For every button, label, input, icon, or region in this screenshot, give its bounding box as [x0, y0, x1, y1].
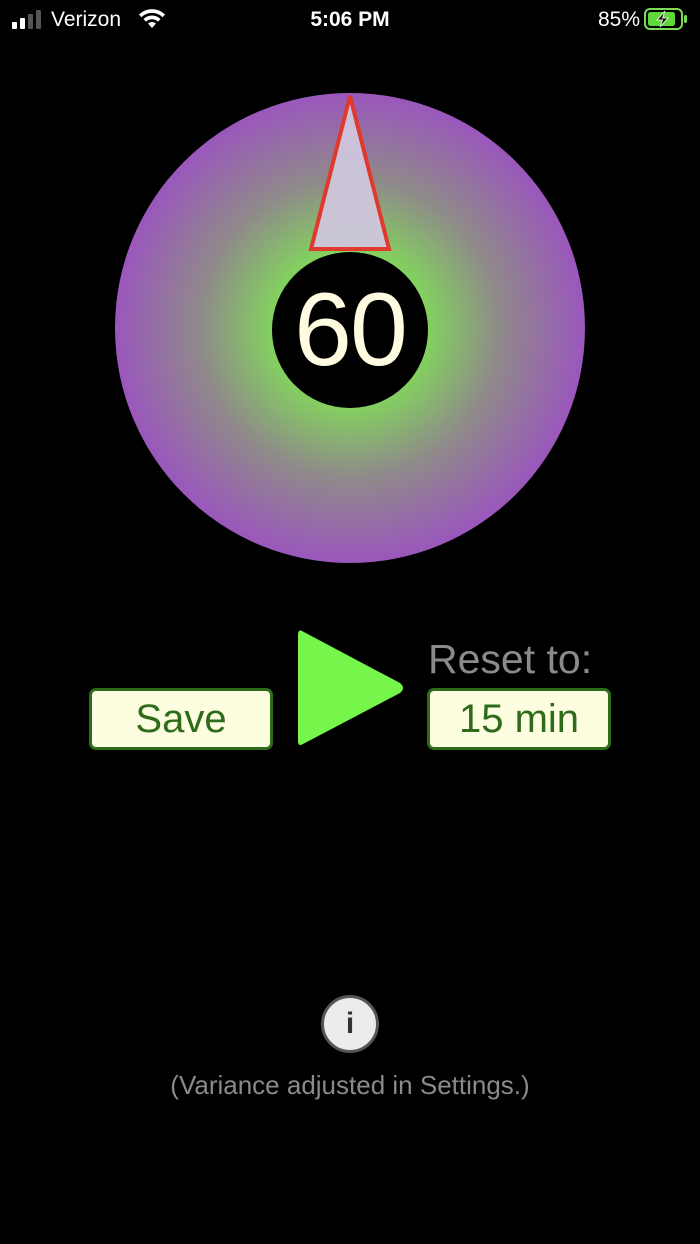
- info-icon[interactable]: i: [321, 995, 379, 1053]
- dial-pointer[interactable]: [308, 93, 392, 253]
- reset-duration-button[interactable]: 15 min: [427, 688, 611, 750]
- battery-charging-icon: [644, 8, 687, 30]
- save-button[interactable]: Save: [89, 688, 273, 750]
- play-icon[interactable]: [294, 625, 406, 751]
- battery-percent: 85%: [597, 8, 640, 31]
- timer-value: 60: [294, 272, 408, 388]
- status-bar: Verizon 5:06 PM 85%: [0, 0, 700, 40]
- status-time: 5:06 PM: [310, 8, 390, 31]
- variance-note: (Variance adjusted in Settings.): [170, 1070, 530, 1100]
- reset-label: Reset to:: [428, 636, 593, 682]
